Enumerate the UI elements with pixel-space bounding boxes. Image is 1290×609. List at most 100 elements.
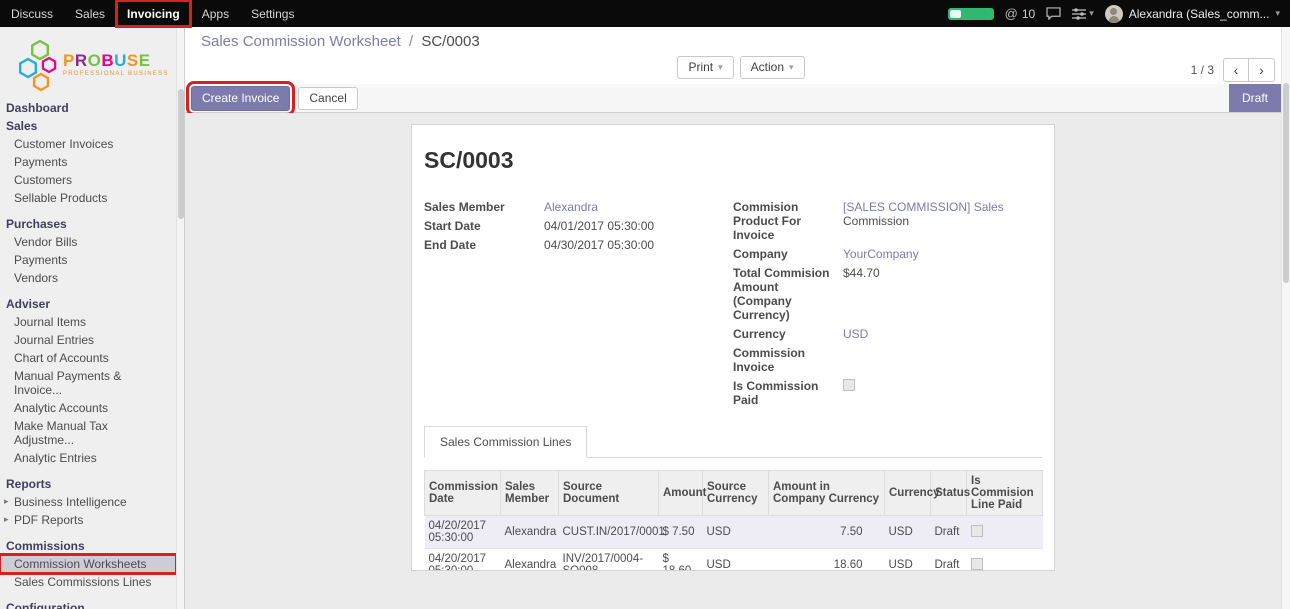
sidebar-item-payments-purchases[interactable]: Payments bbox=[0, 251, 176, 269]
sidebar-item-manual-payments-invoice[interactable]: Manual Payments & Invoice... bbox=[0, 367, 176, 399]
col-header[interactable]: Amount bbox=[659, 471, 703, 516]
sidebar-item-vendor-bills[interactable]: Vendor Bills bbox=[0, 233, 176, 251]
company-link[interactable]: YourCompany bbox=[843, 247, 919, 261]
statusbar: Create Invoice Cancel Draft bbox=[185, 84, 1281, 113]
topmenu-sales[interactable]: Sales bbox=[64, 0, 116, 27]
sidebar-section-configuration[interactable]: Configuration bbox=[0, 599, 184, 609]
table-row[interactable]: 04/20/2017 05:30:00 Alexandra CUST.IN/20… bbox=[425, 516, 1043, 549]
sidebar-item-payments-sales[interactable]: Payments bbox=[0, 153, 176, 171]
sidebar-item-sellable-products[interactable]: Sellable Products bbox=[0, 189, 176, 207]
pager-next-button[interactable]: › bbox=[1249, 58, 1275, 82]
commission-invoice-value bbox=[843, 346, 1042, 374]
sidebar-scrollbar[interactable] bbox=[176, 27, 184, 609]
start-date-value: 04/01/2017 05:30:00 bbox=[544, 219, 733, 233]
field-label: Is Commission Paid bbox=[733, 379, 843, 407]
topmenu-settings[interactable]: Settings bbox=[240, 0, 305, 27]
sidebar-section-commissions[interactable]: Commissions bbox=[0, 537, 184, 555]
field-label: End Date bbox=[424, 238, 544, 252]
breadcrumb-parent-link[interactable]: Sales Commission Worksheet bbox=[201, 33, 401, 50]
topmenu-invoicing[interactable]: Invoicing bbox=[116, 0, 191, 27]
sidebar-section-adviser[interactable]: Adviser bbox=[0, 295, 184, 313]
topmenu-discuss[interactable]: Discuss bbox=[0, 0, 64, 27]
sidebar-section-sales[interactable]: Sales bbox=[0, 117, 184, 135]
form-sheet: SC/0003 Sales MemberAlexandra Start Date… bbox=[411, 124, 1055, 571]
topmenu-apps[interactable]: Apps bbox=[191, 0, 240, 27]
main-scrollbar-thumb[interactable] bbox=[1283, 83, 1289, 283]
create-invoice-button[interactable]: Create Invoice bbox=[191, 86, 290, 111]
sidebar-item-make-manual-tax-adjustment[interactable]: Make Manual Tax Adjustme... bbox=[0, 417, 176, 449]
table-row[interactable]: 04/20/2017 05:30:00 Alexandra INV/2017/0… bbox=[425, 549, 1043, 572]
caret-down-icon: ▾ bbox=[1089, 8, 1094, 19]
col-header[interactable]: Source Currency bbox=[703, 471, 769, 516]
col-header[interactable]: Status bbox=[931, 471, 967, 516]
sidebar-item-analytic-accounts[interactable]: Analytic Accounts bbox=[0, 399, 176, 417]
notebook-tabs: Sales Commission Lines bbox=[424, 426, 1042, 458]
sidebar-item-business-intelligence[interactable]: ▸Business Intelligence bbox=[0, 493, 176, 511]
sidebar-scrollbar-thumb[interactable] bbox=[178, 89, 184, 219]
field-label: Company bbox=[733, 247, 843, 261]
activity-counter[interactable]: @ 10 bbox=[1005, 6, 1036, 21]
breadcrumb-current: SC/0003 bbox=[421, 33, 479, 50]
field-column-left: Sales MemberAlexandra Start Date04/01/20… bbox=[424, 200, 733, 412]
line-paid-checkbox bbox=[971, 558, 983, 570]
caret-down-icon: ▾ bbox=[789, 60, 794, 75]
sidebar-section-purchases[interactable]: Purchases bbox=[0, 215, 184, 233]
messages-icon[interactable] bbox=[1046, 7, 1061, 20]
progress-pill-icon[interactable] bbox=[948, 8, 994, 20]
logo-text: PROBUSE PROFESSIONAL BUSINESS bbox=[63, 52, 169, 77]
breadcrumb-separator: / bbox=[409, 33, 413, 50]
pager-previous-button[interactable]: ‹ bbox=[1223, 58, 1249, 82]
col-header[interactable]: Commission Date bbox=[425, 471, 501, 516]
table-header-row: Commission Date Sales Member Source Docu… bbox=[425, 471, 1043, 516]
col-header[interactable]: Sales Member bbox=[501, 471, 559, 516]
control-panel: Sales Commission Worksheet / SC/0003 Pri… bbox=[185, 27, 1281, 84]
logo-hexagons-icon bbox=[16, 38, 58, 92]
sidebar-item-pdf-reports[interactable]: ▸PDF Reports bbox=[0, 511, 176, 529]
brand-name: PROBUSE bbox=[63, 52, 169, 69]
caret-down-icon: ▾ bbox=[718, 60, 723, 75]
pager-text: 1 / 3 bbox=[1191, 63, 1214, 77]
commission-product-link[interactable]: [SALES COMMISSION] Sales bbox=[843, 200, 1004, 214]
breadcrumb: Sales Commission Worksheet / SC/0003 bbox=[201, 33, 1281, 53]
sidebar-item-vendors[interactable]: Vendors bbox=[0, 269, 176, 287]
sidebar-item-customers[interactable]: Customers bbox=[0, 171, 176, 189]
topbar-right: @ 10 ▾ Alexandra (Sales_comm... ▾ bbox=[948, 0, 1290, 27]
sidebar-item-chart-of-accounts[interactable]: Chart of Accounts bbox=[0, 349, 176, 367]
user-menu[interactable]: Alexandra (Sales_comm... ▾ bbox=[1105, 5, 1280, 23]
sidebar-item-customer-invoices[interactable]: Customer Invoices bbox=[0, 135, 176, 153]
sidebar-section-reports[interactable]: Reports bbox=[0, 475, 184, 493]
field-label: Commission Invoice bbox=[733, 346, 843, 374]
main-scrollbar[interactable] bbox=[1281, 27, 1290, 609]
sidebar-item-sales-commissions-lines[interactable]: Sales Commissions Lines bbox=[0, 573, 176, 591]
pager: 1 / 3 ‹ › bbox=[1191, 58, 1275, 82]
probuse-logo: PROBUSE PROFESSIONAL BUSINESS bbox=[0, 27, 184, 99]
form-area: SC/0003 Sales MemberAlexandra Start Date… bbox=[185, 113, 1281, 609]
sidebar-menu: Dashboard Sales Customer Invoices Paymen… bbox=[0, 99, 184, 609]
commission-product-rest: Commission bbox=[843, 214, 909, 228]
chevron-right-icon: ▸ bbox=[4, 496, 9, 507]
col-header[interactable]: Is Commision Line Paid bbox=[967, 471, 1043, 516]
field-label: Start Date bbox=[424, 219, 544, 233]
field-column-right: Commision Product For Invoice[SALES COMM… bbox=[733, 200, 1042, 412]
sidebar-item-analytic-entries[interactable]: Analytic Entries bbox=[0, 449, 176, 467]
field-label: Total Commision Amount (Company Currency… bbox=[733, 266, 843, 322]
print-button[interactable]: Print▾ bbox=[677, 56, 733, 79]
sidebar-item-commission-worksheets[interactable]: Commission Worksheets bbox=[0, 555, 176, 573]
col-header[interactable]: Amount in Company Currency bbox=[769, 471, 885, 516]
cancel-button[interactable]: Cancel bbox=[298, 87, 357, 110]
sidebar-item-journal-items[interactable]: Journal Items bbox=[0, 313, 176, 331]
sidebar-item-dashboard[interactable]: Dashboard bbox=[0, 99, 184, 117]
record-title: SC/0003 bbox=[424, 147, 1042, 174]
debug-menu-icon[interactable]: ▾ bbox=[1072, 8, 1094, 20]
col-header[interactable]: Source Document bbox=[559, 471, 659, 516]
sidebar-item-journal-entries[interactable]: Journal Entries bbox=[0, 331, 176, 349]
col-header[interactable]: Currency bbox=[885, 471, 931, 516]
field-label: Commision Product For Invoice bbox=[733, 200, 843, 242]
caret-down-icon: ▾ bbox=[1275, 8, 1280, 19]
avatar bbox=[1105, 5, 1123, 23]
action-button[interactable]: Action▾ bbox=[740, 56, 805, 79]
currency-link[interactable]: USD bbox=[843, 327, 868, 341]
tab-sales-commission-lines[interactable]: Sales Commission Lines bbox=[424, 426, 587, 458]
status-badge: Draft bbox=[1229, 84, 1281, 112]
sales-member-link[interactable]: Alexandra bbox=[544, 200, 598, 214]
